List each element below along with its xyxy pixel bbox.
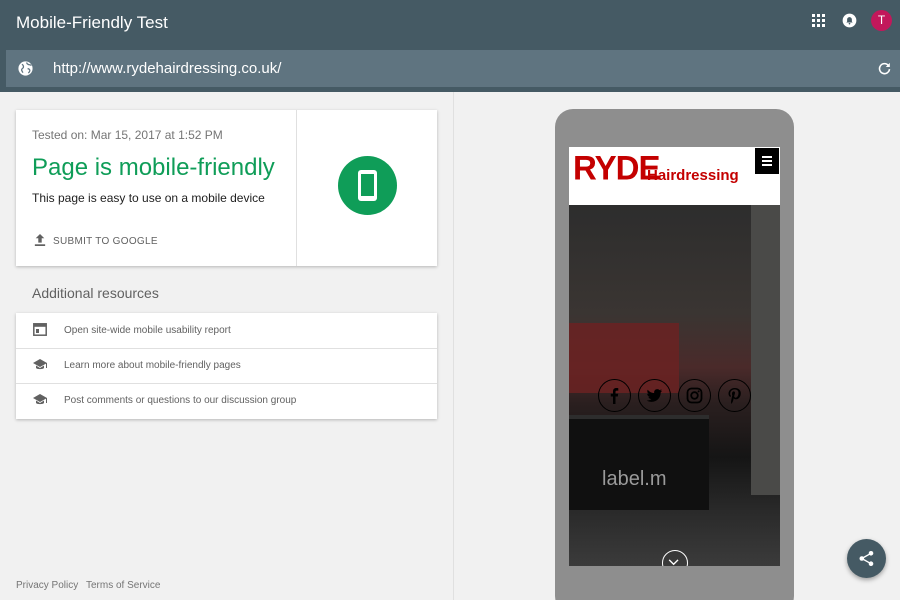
school-icon bbox=[33, 359, 47, 370]
apps-icon[interactable] bbox=[812, 14, 825, 27]
list-item[interactable]: Post comments or questions to our discus… bbox=[16, 383, 437, 418]
report-icon bbox=[33, 323, 47, 336]
column-divider bbox=[453, 92, 454, 600]
share-icon bbox=[859, 551, 874, 566]
pinterest-icon[interactable] bbox=[718, 379, 751, 412]
avatar[interactable]: T bbox=[871, 10, 892, 31]
hero-product-label: label.m bbox=[602, 468, 667, 490]
twitter-icon[interactable] bbox=[638, 379, 671, 412]
hero-jar-decoration bbox=[569, 415, 709, 510]
tested-on-timestamp: Tested on: Mar 15, 2017 at 1:52 PM bbox=[32, 128, 223, 142]
app-bar: Mobile-Friendly Test T http://www.rydeha… bbox=[0, 0, 900, 92]
resource-label[interactable]: Post comments or questions to our discus… bbox=[64, 395, 296, 406]
resource-label[interactable]: Open site-wide mobile usability report bbox=[64, 325, 231, 336]
scroll-down-icon[interactable] bbox=[662, 550, 688, 566]
resources-heading: Additional resources bbox=[32, 285, 159, 301]
list-item[interactable]: Learn more about mobile-friendly pages bbox=[16, 348, 437, 383]
card-divider bbox=[296, 110, 297, 266]
menu-icon[interactable] bbox=[755, 148, 779, 174]
notifications-icon[interactable] bbox=[842, 12, 857, 29]
submit-to-google-button[interactable]: SUBMIT TO GOOGLE bbox=[53, 236, 158, 247]
smartphone-icon bbox=[358, 170, 377, 201]
hero-image: label.m bbox=[569, 205, 780, 566]
app-title: Mobile-Friendly Test bbox=[16, 13, 168, 32]
status-headline: Page is mobile-friendly bbox=[32, 154, 275, 181]
phone-preview: RYDE Hairdressing label.m bbox=[555, 109, 794, 600]
preview-screen[interactable]: RYDE Hairdressing label.m bbox=[569, 147, 780, 566]
facebook-icon[interactable] bbox=[598, 379, 631, 412]
privacy-policy-link[interactable]: Privacy Policy bbox=[16, 580, 78, 591]
globe-icon bbox=[18, 61, 33, 76]
status-description: This page is easy to use on a mobile dev… bbox=[32, 191, 265, 205]
resource-label[interactable]: Learn more about mobile-friendly pages bbox=[64, 360, 241, 371]
school-icon bbox=[33, 394, 47, 405]
instagram-icon[interactable] bbox=[678, 379, 711, 412]
mobile-friendly-badge bbox=[338, 156, 397, 215]
refresh-icon[interactable] bbox=[877, 61, 892, 76]
result-card: Tested on: Mar 15, 2017 at 1:52 PM Page … bbox=[16, 110, 437, 266]
resources-card: Open site-wide mobile usability report L… bbox=[16, 313, 437, 419]
list-item[interactable]: Open site-wide mobile usability report bbox=[16, 313, 437, 348]
hero-shelf bbox=[751, 205, 780, 495]
share-button[interactable] bbox=[847, 539, 886, 578]
terms-of-service-link[interactable]: Terms of Service bbox=[86, 580, 160, 591]
url-bar: http://www.rydehairdressing.co.uk/ bbox=[6, 50, 900, 87]
url-input[interactable]: http://www.rydehairdressing.co.uk/ bbox=[53, 60, 281, 77]
upload-icon[interactable] bbox=[34, 233, 46, 247]
site-logo-sub: Hairdressing bbox=[647, 167, 739, 184]
site-header: RYDE Hairdressing bbox=[569, 147, 780, 205]
